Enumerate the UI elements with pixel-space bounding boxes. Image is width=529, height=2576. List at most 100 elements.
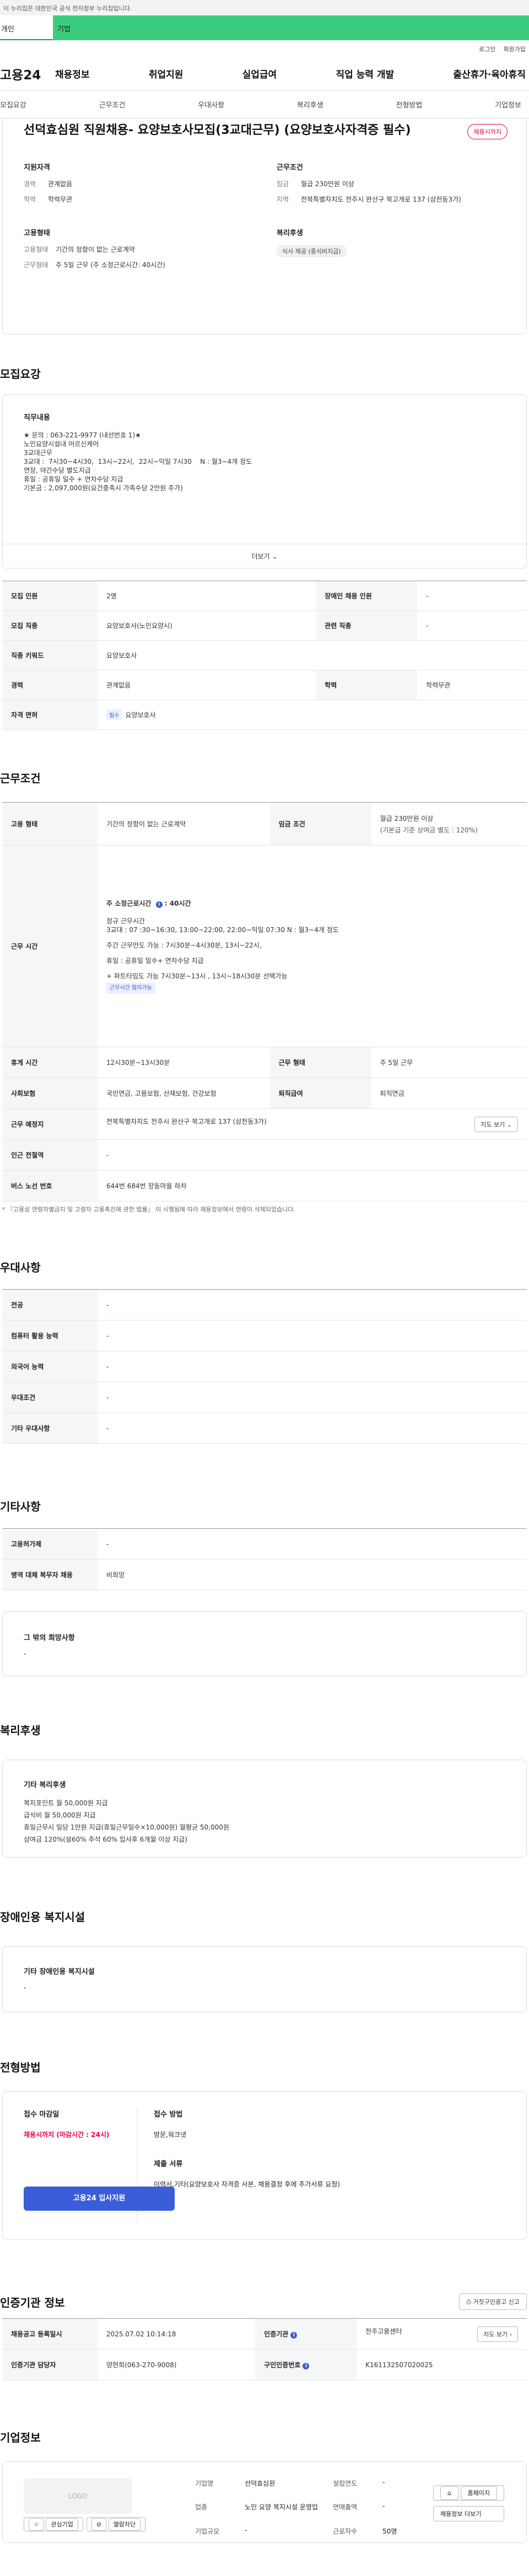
gnb-item-jobs[interactable]: 채용정보 (55, 67, 90, 80)
row-value: 주 5일 근무 (371, 1047, 527, 1078)
table-row: 직종 키워드 요양보호사 (2, 640, 527, 670)
time-line: 정규 근무시간 (106, 917, 145, 925)
row-label: 인근 전철역 (2, 1139, 98, 1171)
row-value: 관계없음 (98, 670, 316, 700)
tab-personal[interactable]: 개인 (0, 15, 53, 40)
section-title-recruit: 모집요강 (0, 367, 41, 381)
row-label: 고용허가제 (2, 1528, 98, 1560)
table-row: 모집 인원 2명 장애인 채용 인원 - (2, 581, 527, 611)
time-line: 주간 근무만도 가능 : 7시30분~4시30분, 13시~22시, (106, 941, 262, 949)
info-label: 기업규모 (195, 2527, 220, 2535)
row-label: 사회보험 (2, 1078, 98, 1109)
row-value: 644번 684번 장동마을 하차 (98, 1170, 527, 1202)
gnb-item-employment-support[interactable]: 취업지원 (149, 67, 183, 80)
license-value: 요양보호사 (125, 711, 156, 719)
info-icon[interactable]: i (290, 2332, 298, 2339)
map-button[interactable]: 지도 보기 ⌄ (474, 1116, 518, 1132)
row-value: 전북특별자치도 전주시 완산구 북고개로 137 (삼천동3가) 지도 보기 ⌄ (98, 1108, 527, 1140)
homepage-button[interactable]: ⌂ 홈페이지 (433, 2485, 504, 2501)
row-label: 전공 (2, 1289, 98, 1321)
row-value: 요양보호사 (98, 640, 527, 670)
row-label: 채용공고 등록일시 (2, 2318, 98, 2350)
row-label: 모집 직종 (2, 610, 98, 641)
anchor-welfare[interactable]: 복리후생 (297, 99, 323, 110)
row-label: 모집 인원 (2, 581, 98, 611)
report-fake-ad-button[interactable]: ⎙ 거짓구인광고 신고 (459, 2293, 527, 2310)
org-label: 인증기관 (264, 2330, 289, 2338)
gnb-item-parental-leave[interactable]: 출산휴가·육아휴직 (453, 67, 526, 80)
doc-value: 이력서,기타(요양보호사 자격증 사본, 채용결정 후에 추가서류 요청) (154, 2180, 340, 2188)
gnb-item-vocational-training[interactable]: 직업 능력 개발 (336, 67, 394, 80)
row-value: 기간의 정함이 없는 근로계약 (98, 802, 270, 846)
tab-company[interactable]: 기업 (53, 15, 529, 40)
row-label: 경력 (2, 670, 98, 700)
desc-line: 3교대근무 (24, 449, 52, 457)
table-row: 우대조건 - (2, 1382, 527, 1413)
row-value: - (98, 1528, 527, 1560)
row-value: - (98, 1351, 527, 1382)
row-value: 12시30분~13시30분 (98, 1047, 270, 1078)
anchor-company[interactable]: 기업정보 (495, 99, 521, 110)
row-value: - (98, 1382, 527, 1413)
worktype-label: 근무형태 (24, 261, 48, 269)
table-row: 사회보험 국민연금, 고용보험, 산재보험, 건강보험 퇴직급여 퇴직연금 (2, 1078, 527, 1109)
row-value: 국민연금, 고용보험, 산재보험, 건강보험 (98, 1078, 270, 1109)
desc-line: 기본금 : 2,097,000원(요건충족시 가족수당 2만원 추가) (24, 484, 183, 492)
disability-box: 기타 장애인용 복지시설 - (2, 1946, 527, 2012)
row-value: - (98, 1139, 527, 1171)
table-row: 인증기관 담당자 양현희(063-270-9008) 구인인증번호 i K1611325… (2, 2349, 527, 2380)
favorite-company-button[interactable]: ☆ 관심기업 (24, 2517, 83, 2531)
wage-value: 월급 230만원 이상 (301, 180, 354, 188)
disab-box-title: 기타 장애인용 복지시설 (24, 1968, 95, 1976)
row-label: 임금 조건 (269, 802, 371, 846)
anchor-recruit[interactable]: 모집요강 (0, 99, 26, 110)
chevron-down-icon: ⌄ (506, 1121, 512, 1128)
info-label: 기업명 (195, 2480, 214, 2487)
flex-time-tag: 근무시간 협의가능 (106, 982, 155, 994)
row-label: 인증기관 담당자 (2, 2349, 98, 2380)
summary-qual-title: 지원자격 (24, 164, 50, 172)
home-icon: ⌂ (440, 2486, 459, 2500)
wage-line: 월급 230만원 이상 (380, 814, 434, 822)
info-icon[interactable]: i (155, 901, 163, 908)
row-value: 2명 (98, 581, 316, 611)
block-label: 열람차단 (108, 2518, 141, 2531)
report-label: 거짓구인광고 신고 (473, 2298, 520, 2306)
section-title-work: 근무조건 (0, 772, 41, 785)
job-summary: 선덕효심원 직원채용- 요양보호사모집(3교대근무) (요양보호사자격증 필수)… (2, 117, 527, 334)
gnb-item-unemployment-benefit[interactable]: 실업급여 (242, 67, 277, 80)
edu-value: 학력무관 (48, 196, 73, 203)
info-icon[interactable]: i (303, 2363, 310, 2369)
wage-label: 임금 (277, 180, 289, 188)
row-value: 양현희(063-270-9008) (98, 2349, 256, 2380)
more-jobs-button[interactable]: 채용정보 더보기 (433, 2506, 504, 2521)
table-row: 인근 전철역 - (2, 1139, 527, 1171)
org-map-button[interactable]: 지도 보기 › (477, 2326, 518, 2342)
info-label: 업종 (195, 2503, 208, 2512)
row-label: 휴게 시간 (2, 1047, 98, 1078)
job-title: 선덕효심원 직원채용- 요양보호사모집(3교대근무) (요양보호사자격증 필수) (24, 123, 411, 137)
row-label: 버스 노선 번호 (2, 1170, 98, 1202)
anchor-apply[interactable]: 전형방법 (396, 99, 423, 110)
worktype-value: 주 5일 근무 (주 소정근로시간: 40시간) (56, 261, 165, 269)
block-icon: ⊘ (91, 2518, 107, 2531)
anchor-work[interactable]: 근무조건 (99, 99, 126, 110)
table-row: 모집 직종 요양보호사(노인요양시) 관련 직종 - (2, 610, 527, 641)
table-row: 채용공고 등록일시 2025.07.02 10:14:18 인증기관 i 전주고용센터 지… (2, 2318, 527, 2350)
row-value: 2025.07.02 10:14:18 (98, 2318, 256, 2350)
row-value: - (98, 1413, 527, 1444)
etc-table: 고용허가제 - 병역 대체 복무자 채용 비희망 (2, 1528, 527, 1590)
recruit-table: 모집 인원 2명 장애인 채용 인원 - 모집 직종 요양보호사(노인요양시) 관련 직종… (2, 581, 527, 730)
summary-emp-title: 고용형태 (24, 229, 50, 237)
more-button[interactable]: 더보기 ⌄ (3, 544, 526, 568)
block-company-button[interactable]: ⊘ 열람차단 (86, 2517, 146, 2531)
login-link[interactable]: 로그인 (479, 45, 495, 53)
desc-title: 직무내용 (24, 414, 50, 422)
anchor-pref[interactable]: 우대사항 (198, 99, 224, 110)
chevron-down-icon: ⌄ (272, 553, 278, 560)
section-anchor-nav: 모집요강 근무조건 우대사항 복리후생 전형방법 기업정보 (0, 91, 529, 118)
signup-link[interactable]: 회원가입 (504, 45, 526, 53)
site-logo[interactable]: 고용24 (0, 64, 55, 83)
company-logo: LOGO (24, 2478, 132, 2514)
info-value: 50명 (382, 2527, 397, 2535)
